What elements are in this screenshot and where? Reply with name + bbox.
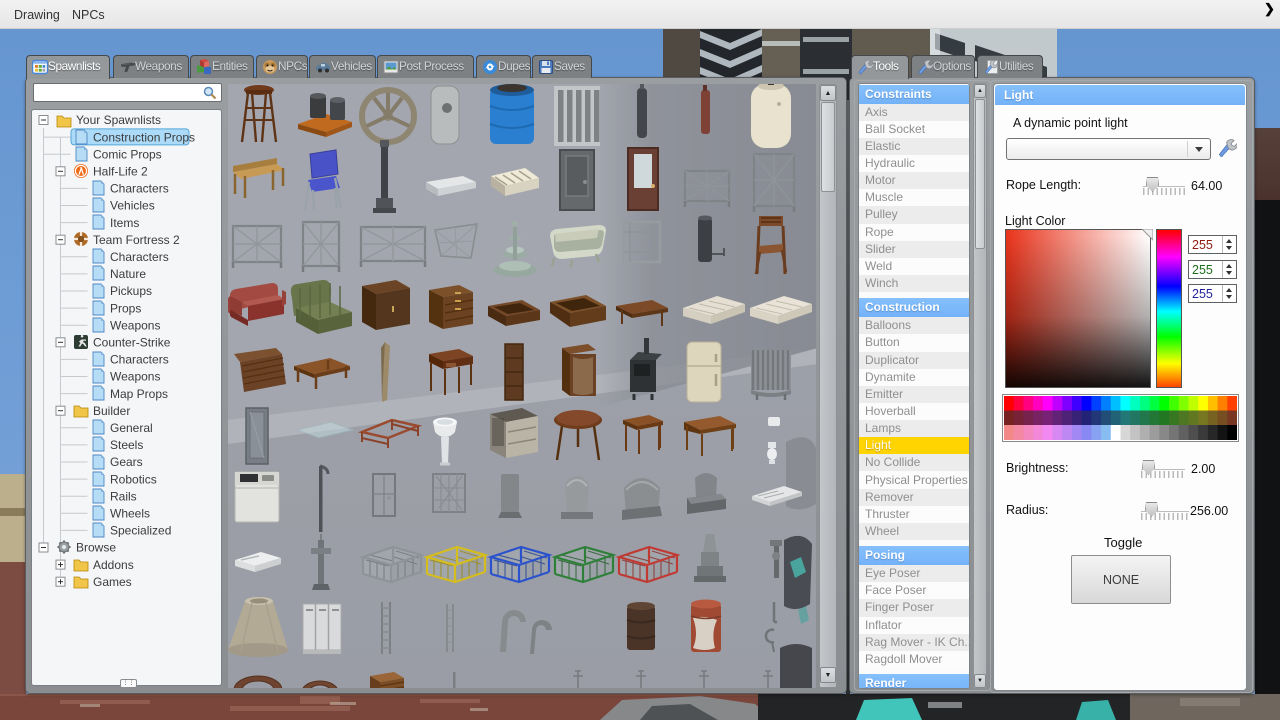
- svg-text:Team Fortress 2: Team Fortress 2: [93, 233, 180, 247]
- svg-text:Wheels: Wheels: [110, 507, 150, 521]
- svg-text:Weapons: Weapons: [110, 370, 160, 384]
- svg-text:Robotics: Robotics: [110, 472, 157, 486]
- svg-text:Construction Props: Construction Props: [93, 130, 195, 144]
- svg-text:Characters: Characters: [110, 182, 169, 196]
- svg-text:Builder: Builder: [93, 404, 130, 418]
- svg-text:Addons: Addons: [93, 558, 134, 572]
- svg-text:Your Spawnlists: Your Spawnlists: [76, 113, 161, 127]
- svg-text:Characters: Characters: [110, 250, 169, 264]
- svg-text:Gears: Gears: [110, 455, 143, 469]
- svg-text:General: General: [110, 421, 153, 435]
- svg-text:Rails: Rails: [110, 489, 137, 503]
- svg-text:Nature: Nature: [110, 267, 146, 281]
- svg-text:Games: Games: [93, 575, 132, 589]
- svg-text:Half-Life 2: Half-Life 2: [93, 165, 148, 179]
- svg-text:Specialized: Specialized: [110, 524, 171, 538]
- svg-text:Props: Props: [110, 301, 141, 315]
- svg-text:Counter-Strike: Counter-Strike: [93, 336, 171, 350]
- svg-text:Pickups: Pickups: [110, 284, 152, 298]
- svg-text:Map Props: Map Props: [110, 387, 168, 401]
- svg-text:Steels: Steels: [110, 438, 143, 452]
- svg-text:Items: Items: [110, 216, 139, 230]
- svg-text:Vehicles: Vehicles: [110, 199, 155, 213]
- svg-text:Comic Props: Comic Props: [93, 147, 162, 161]
- svg-text:Characters: Characters: [110, 353, 169, 367]
- svg-text:Browse: Browse: [76, 541, 116, 555]
- svg-text:Weapons: Weapons: [110, 318, 160, 332]
